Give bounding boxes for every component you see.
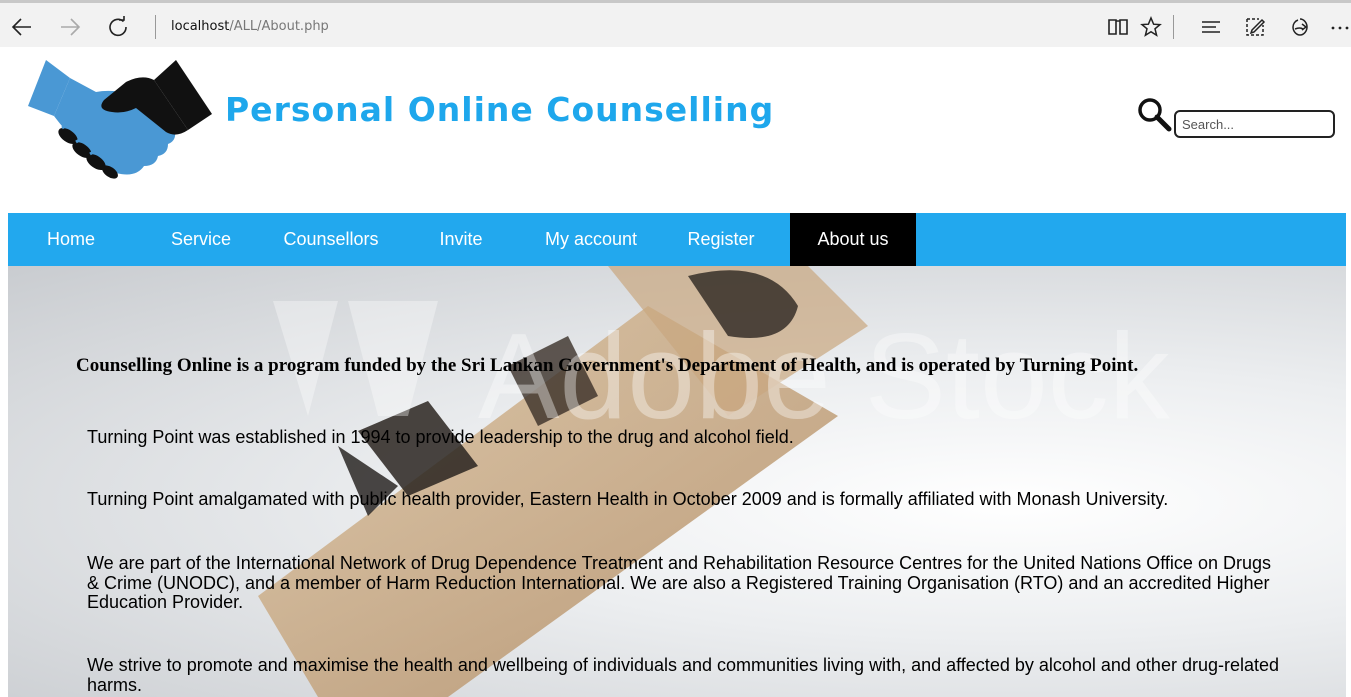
share-icon[interactable]	[1288, 15, 1312, 39]
nav-about-us[interactable]: About us	[790, 213, 916, 266]
search-icon[interactable]	[1136, 96, 1172, 132]
paragraph-3: We are part of the International Network…	[87, 553, 1271, 612]
web-note-icon[interactable]	[1243, 15, 1267, 39]
address-divider	[155, 15, 156, 39]
hub-icon[interactable]	[1199, 15, 1223, 39]
background-image: Adobe Stock	[258, 266, 1171, 697]
address-bar[interactable]: localhost/ALL/About.php	[171, 19, 329, 34]
more-options-icon[interactable]	[1328, 15, 1351, 39]
nav-home[interactable]: Home	[8, 213, 134, 266]
nav-counsellors[interactable]: Counsellors	[268, 213, 394, 266]
intro-heading: Counselling Online is a program funded b…	[76, 355, 1139, 376]
site-title: Personal Online Counselling	[225, 90, 775, 129]
back-arrow-icon[interactable]	[10, 15, 34, 39]
url-host: localhost	[171, 19, 230, 34]
paragraph-4: We strive to promote and maximise the he…	[87, 655, 1280, 695]
url-path: /ALL/About.php	[229, 19, 329, 34]
forward-arrow-icon[interactable]	[58, 15, 82, 39]
browser-toolbar: localhost/ALL/About.php	[0, 0, 1351, 47]
toolbar-divider	[1173, 15, 1174, 39]
refresh-icon[interactable]	[106, 15, 130, 39]
paragraph-1: Turning Point was established in 1994 to…	[87, 427, 794, 447]
handshake-logo-icon[interactable]	[26, 58, 212, 180]
search-input[interactable]	[1174, 110, 1335, 138]
main-navbar: Home Service Counsellors Invite My accou…	[8, 213, 1346, 266]
nav-invite[interactable]: Invite	[398, 213, 524, 266]
nav-my-account[interactable]: My account	[528, 213, 654, 266]
nav-register[interactable]: Register	[658, 213, 784, 266]
reading-view-icon[interactable]	[1106, 15, 1130, 39]
about-content: Adobe Stock Counselling Online is a prog…	[8, 266, 1346, 697]
paragraph-2: Turning Point amalgamated with public he…	[87, 489, 1169, 509]
favorite-star-icon[interactable]	[1139, 15, 1163, 39]
nav-service[interactable]: Service	[138, 213, 264, 266]
